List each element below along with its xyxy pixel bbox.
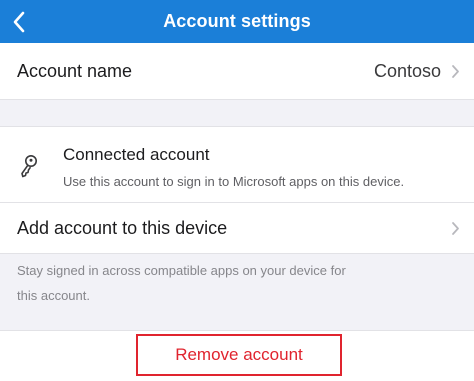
add-account-label: Add account to this device (17, 217, 228, 238)
footnote-line-1: Stay signed in across compatible apps on… (17, 263, 346, 278)
account-name-label: Account name (17, 60, 133, 81)
page-title: Account settings (163, 11, 311, 31)
footnote-line-2: this account. (17, 288, 90, 303)
back-button[interactable] (0, 0, 38, 43)
remove-account-label: Remove account (175, 345, 303, 364)
chevron-right-icon (451, 221, 460, 236)
connected-account-description: Use this account to sign in to Microsoft… (63, 174, 405, 189)
add-account-row[interactable]: Add account to this device (0, 203, 474, 254)
key-icon (21, 155, 37, 178)
account-settings-screen: Account settings Account name Contoso Co… (0, 0, 474, 381)
remove-account-row: Remove account (0, 330, 474, 381)
add-account-footnote: Stay signed in across compatible apps on… (17, 258, 437, 308)
navigation-bar: Account settings (0, 0, 474, 43)
chevron-right-icon (451, 64, 460, 79)
connected-account-row: Connected account Use this account to si… (0, 126, 474, 203)
remove-account-button[interactable]: Remove account (136, 334, 342, 376)
account-name-row[interactable]: Account name Contoso (0, 43, 474, 100)
chevron-left-icon (13, 11, 25, 32)
connected-account-title: Connected account (63, 145, 210, 164)
account-name-value: Contoso (373, 60, 441, 81)
